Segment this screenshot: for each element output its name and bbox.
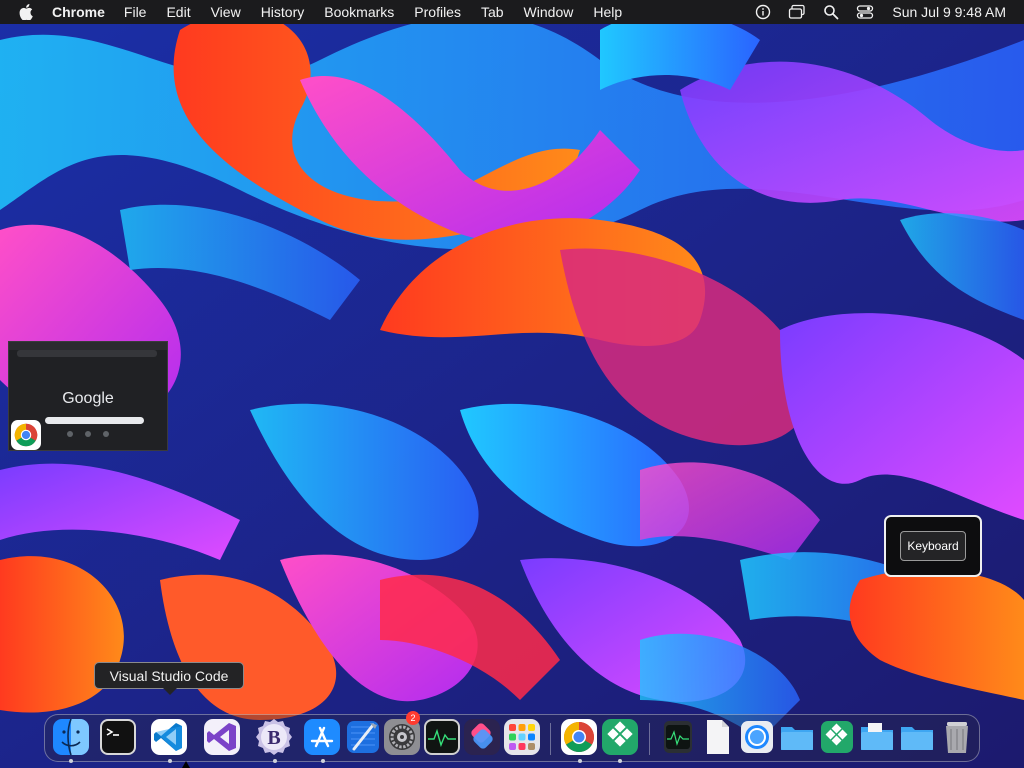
menu-edit[interactable]: Edit (166, 4, 190, 20)
safari-window-icon[interactable] (737, 717, 777, 757)
notification-badge: 2 (406, 711, 420, 725)
menu-bookmarks[interactable]: Bookmarks (324, 4, 394, 20)
keyboard-viewer-widget: Keyboard (884, 515, 982, 577)
thumbnail-search-box (45, 417, 144, 424)
documents-folder-icon[interactable] (857, 717, 897, 757)
menu-help[interactable]: Help (593, 4, 622, 20)
launchpad-icon[interactable] (502, 717, 542, 757)
trash-icon[interactable] (937, 717, 977, 757)
document-file-icon[interactable] (697, 717, 737, 757)
thumbnail-shortcut (103, 431, 109, 437)
shortcuts-icon[interactable] (462, 717, 502, 757)
downloads-folder-icon[interactable] (897, 717, 937, 757)
running-indicator (69, 759, 73, 763)
activity-monitor-icon[interactable] (422, 717, 462, 757)
running-indicator (578, 759, 582, 763)
folder-icon[interactable] (777, 717, 817, 757)
dock-separator (550, 723, 551, 755)
menu-profiles[interactable]: Profiles (414, 4, 461, 20)
dock-separator (649, 723, 650, 755)
google-chrome-icon[interactable] (559, 717, 599, 757)
chrome-window-thumbnail[interactable]: Google (8, 341, 168, 451)
finder-icon[interactable] (51, 717, 91, 757)
menu-file[interactable]: File (124, 4, 147, 20)
thumbnail-shortcut (85, 431, 91, 437)
menubar-clock[interactable]: Sun Jul 9 9:48 AM (892, 4, 1006, 20)
terminal-icon[interactable] (98, 717, 138, 757)
running-indicator (168, 759, 172, 763)
svg-text:B: B (267, 727, 280, 749)
menu-history[interactable]: History (261, 4, 305, 20)
thumbnail-shortcut (67, 431, 73, 437)
menu-view[interactable]: View (211, 4, 241, 20)
xcode-icon[interactable] (343, 717, 383, 757)
app-store-icon[interactable] (302, 717, 342, 757)
dock-tooltip-arrow (163, 688, 177, 695)
info-circle-icon[interactable] (754, 3, 772, 21)
chrome-app-badge-icon (11, 420, 41, 450)
visual-studio-icon[interactable] (202, 717, 242, 757)
screen-mirroring-icon[interactable] (788, 3, 806, 21)
control-center-icon[interactable] (856, 3, 874, 21)
menubar-status-area: Sun Jul 9 9:48 AM (754, 0, 1024, 24)
activity-monitor-window-icon[interactable] (658, 717, 698, 757)
system-settings-icon[interactable]: 2 (382, 711, 422, 757)
menu-tab[interactable]: Tab (481, 4, 504, 20)
bbedit-icon[interactable]: B (254, 717, 294, 757)
mouse-cursor (182, 761, 190, 768)
running-indicator (321, 759, 325, 763)
dock-tooltip: Visual Studio Code (94, 662, 244, 689)
diamond-app-window-icon[interactable] (817, 717, 857, 757)
thumbnail-address-bar (17, 350, 157, 357)
apple-menu-icon[interactable] (17, 3, 35, 21)
running-indicator (273, 759, 277, 763)
thumbnail-google-logo: Google (62, 390, 114, 407)
menu-app-name[interactable]: Chrome (52, 4, 105, 20)
menu-window[interactable]: Window (524, 4, 574, 20)
running-indicator (618, 759, 622, 763)
keyboard-button[interactable]: Keyboard (900, 531, 966, 561)
dock: B 2 (44, 711, 980, 763)
visual-studio-code-icon[interactable] (149, 717, 189, 757)
spotlight-search-icon[interactable] (822, 3, 840, 21)
diamond-app-icon[interactable] (600, 717, 640, 757)
thumbnail-tab-bar (9, 342, 167, 350)
menu-bar: Chrome File Edit View History Bookmarks … (0, 0, 1024, 24)
